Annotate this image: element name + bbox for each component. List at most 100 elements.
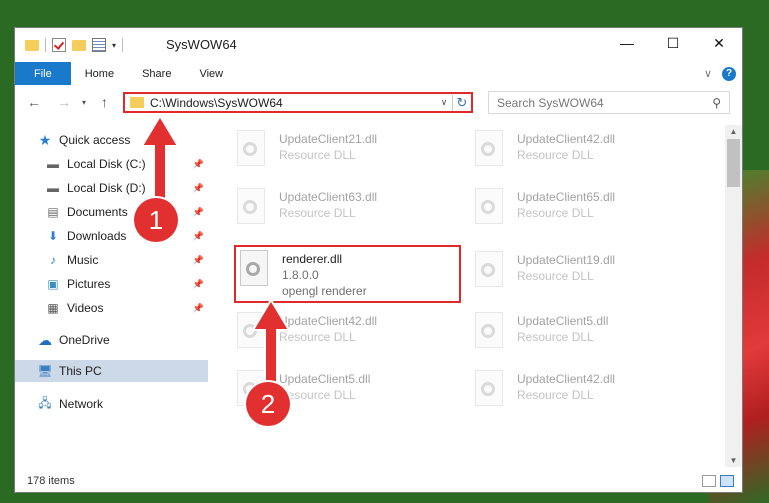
forward-button[interactable]: → xyxy=(57,94,71,110)
sidebar-item-label: This PC xyxy=(59,364,102,378)
ribbon-tabs: File Home Share View ∨ ? xyxy=(15,62,742,85)
pictures-icon: ▣ xyxy=(47,277,59,291)
sidebar-item-downloads[interactable]: ⬇ Downloads 📌 xyxy=(45,225,208,247)
scroll-down-icon[interactable]: ▼ xyxy=(725,456,742,465)
file-type: Resource DLL xyxy=(517,269,594,283)
music-icon: ♪ xyxy=(50,253,56,267)
star-icon: ★ xyxy=(38,131,52,148)
scroll-up-icon[interactable]: ▲ xyxy=(725,127,742,136)
file-type: Resource DLL xyxy=(279,388,356,402)
tab-view[interactable]: View xyxy=(185,62,237,85)
item-count: 178 items xyxy=(27,475,75,487)
dll-file-icon xyxy=(471,130,507,170)
sidebar-item-music[interactable]: ♪ Music 📌 xyxy=(45,249,208,271)
sidebar-item-label: Documents xyxy=(67,205,128,219)
file-name: UpdateClient65.dll xyxy=(517,190,616,204)
address-dropdown-icon[interactable]: ∨ xyxy=(436,97,452,108)
address-bar[interactable]: C:\Windows\SysWOW64 ∨ ↻ xyxy=(123,92,473,113)
file-item[interactable]: UpdateClient5.dll Resource DLL xyxy=(451,309,671,355)
computer-icon: 🖥 xyxy=(37,364,53,378)
file-item[interactable]: UpdateClient65.dll Resource DLL xyxy=(451,185,671,231)
step-1-badge: 1 xyxy=(134,198,178,242)
tab-home[interactable]: Home xyxy=(71,62,128,85)
file-name: UpdateClient63.dll xyxy=(279,190,378,204)
back-button[interactable]: ← xyxy=(27,94,41,110)
dll-file-icon xyxy=(233,130,269,170)
file-type: Resource DLL xyxy=(279,206,356,220)
explorer-window: ▾ SysWOW64 — ☐ ✕ File Home Share View ∨ … xyxy=(14,27,743,493)
file-item[interactable]: UpdateClient42.dll Resource DLL xyxy=(451,127,671,173)
sidebar-item-label: Pictures xyxy=(67,277,111,291)
large-icons-view-icon[interactable] xyxy=(720,475,734,487)
file-name: UpdateClient42.dll xyxy=(517,372,616,386)
vertical-scrollbar[interactable]: ▲ ▼ xyxy=(725,125,742,467)
file-item[interactable]: UpdateClient19.dll Resource DLL xyxy=(451,248,671,294)
properties-icon[interactable] xyxy=(92,38,106,52)
file-item[interactable]: UpdateClient21.dll Resource DLL xyxy=(213,127,433,173)
sidebar-item-label: Local Disk (D:) xyxy=(67,181,146,195)
file-type: Resource DLL xyxy=(279,148,356,162)
file-name: UpdateClient42.dll xyxy=(279,314,378,328)
file-item[interactable]: UpdateClient63.dll Resource DLL xyxy=(213,185,433,231)
dll-file-icon xyxy=(471,188,507,228)
folder-icon xyxy=(25,39,39,51)
file-item[interactable]: UpdateClient42.dll Resource DLL xyxy=(213,309,433,355)
sidebar-item-label: Local Disk (C:) xyxy=(67,157,146,171)
sidebar-item-videos[interactable]: ▦ Videos 📌 xyxy=(45,297,208,319)
sidebar-item-pictures[interactable]: ▣ Pictures 📌 xyxy=(45,273,208,295)
sidebar-item-label: Downloads xyxy=(67,229,127,243)
sidebar-item-quick-access[interactable]: ★ Quick access xyxy=(37,129,230,151)
sidebar-item-onedrive[interactable]: ☁ OneDrive xyxy=(37,329,208,351)
annotation-arrow-up-2 xyxy=(251,300,291,391)
file-type: Resource DLL xyxy=(517,206,594,220)
drive-icon: ▬ xyxy=(47,181,59,195)
up-button[interactable]: ↑ xyxy=(101,94,108,110)
maximize-button[interactable]: ☐ xyxy=(650,28,696,58)
sidebar-item-network[interactable]: 🖧 Network xyxy=(37,393,208,415)
sidebar-item-label: OneDrive xyxy=(59,333,110,347)
customize-dropdown-icon[interactable]: ▾ xyxy=(112,41,116,50)
search-placeholder: Search SysWOW64 xyxy=(497,95,604,110)
pin-icon: 📌 xyxy=(192,206,204,217)
minimize-button[interactable]: — xyxy=(604,28,650,58)
file-name: UpdateClient5.dll xyxy=(279,372,371,386)
close-button[interactable]: ✕ xyxy=(696,28,742,58)
address-path[interactable]: C:\Windows\SysWOW64 xyxy=(150,96,436,110)
refresh-icon[interactable]: ↻ xyxy=(452,94,471,111)
sidebar-item-label: Music xyxy=(67,253,99,267)
file-item[interactable]: UpdateClient42.dll Resource DLL xyxy=(451,367,671,413)
dll-file-icon xyxy=(236,250,272,290)
sidebar-item-documents[interactable]: ▤ Documents 📌 xyxy=(45,201,208,223)
documents-icon: ▤ xyxy=(47,205,59,219)
divider xyxy=(122,38,124,52)
dll-file-icon xyxy=(471,251,507,291)
sidebar-item-label: Network xyxy=(59,397,104,411)
expand-ribbon-icon[interactable]: ∨ xyxy=(704,67,712,80)
sidebar-item-local-disk-d[interactable]: ▬ Local Disk (D:) 📌 xyxy=(45,177,208,199)
scroll-thumb[interactable] xyxy=(727,139,740,187)
pin-icon: 📌 xyxy=(192,302,204,313)
search-icon[interactable]: ⚲ xyxy=(712,96,721,110)
downloads-icon: ⬇ xyxy=(47,229,59,243)
recent-locations-icon[interactable]: ▾ xyxy=(82,98,86,107)
file-version: 1.8.0.0 xyxy=(282,268,319,282)
videos-icon: ▦ xyxy=(47,301,59,315)
dll-file-icon xyxy=(471,370,507,410)
search-input[interactable]: Search SysWOW64 ⚲ xyxy=(488,91,730,114)
help-icon[interactable]: ? xyxy=(722,66,736,81)
navigation-pane: ★ Quick access ▬ Local Disk (C:) 📌 ▬ Loc… xyxy=(15,125,210,465)
file-name: UpdateClient5.dll xyxy=(517,314,609,328)
file-list: UpdateClient21.dll Resource DLL UpdateCli… xyxy=(213,125,725,465)
tab-file[interactable]: File xyxy=(15,62,71,85)
file-item-renderer-dll[interactable]: renderer.dll 1.8.0.0 opengl renderer xyxy=(234,245,461,303)
network-icon: 🖧 xyxy=(38,395,52,410)
tab-share[interactable]: Share xyxy=(128,62,185,85)
pin-icon: 📌 xyxy=(192,278,204,289)
navigation-bar: ← → ▾ ↑ C:\Windows\SysWOW64 ∨ ↻ Search S… xyxy=(15,88,742,118)
new-folder-icon[interactable] xyxy=(72,39,86,51)
sidebar-item-this-pc[interactable]: 🖥 This PC xyxy=(15,360,208,382)
properties-check-icon[interactable] xyxy=(52,38,66,52)
details-view-icon[interactable] xyxy=(702,475,716,487)
sidebar-item-local-disk-c[interactable]: ▬ Local Disk (C:) 📌 xyxy=(45,153,208,175)
drive-icon: ▬ xyxy=(47,157,59,171)
